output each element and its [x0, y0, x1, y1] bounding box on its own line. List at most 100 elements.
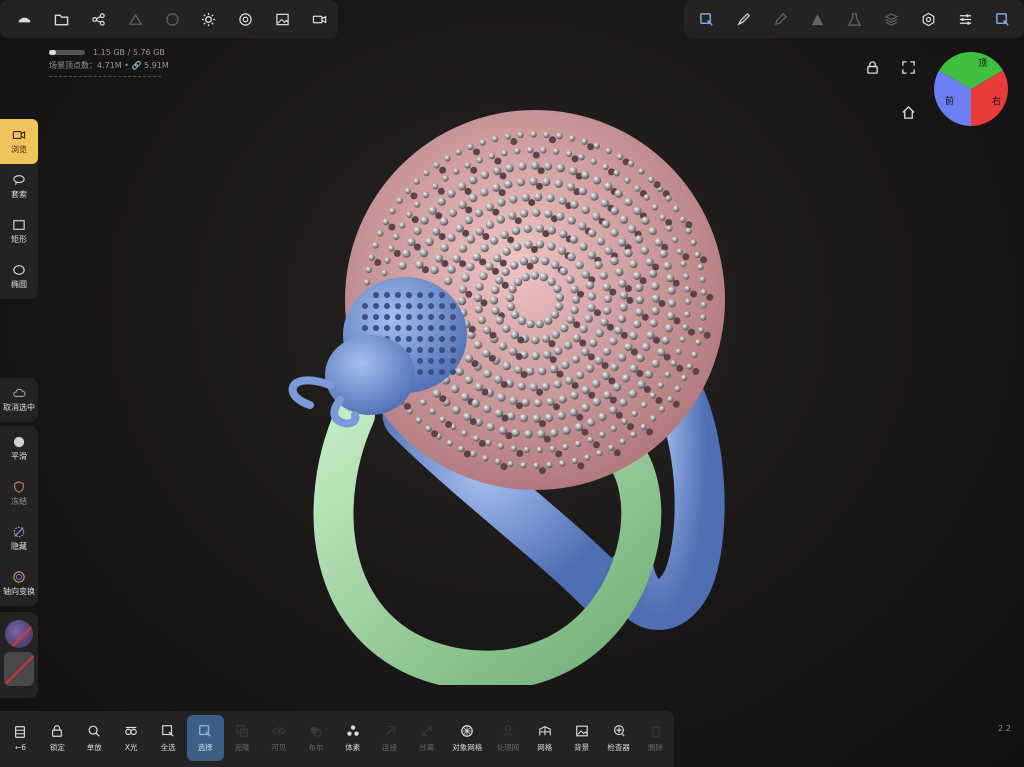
bottom-btn-select-all[interactable]: 全选	[150, 715, 187, 761]
bottom-btn-trash[interactable]: 删除	[637, 715, 674, 761]
dome-pin	[571, 295, 581, 304]
freeze-button[interactable]: 冻结	[0, 471, 38, 516]
dome-pin	[502, 324, 511, 333]
dome-pin	[619, 398, 628, 407]
bottom-btn-inspector[interactable]: 检查器	[600, 715, 637, 761]
dome-pin	[434, 254, 444, 263]
dome-pin	[389, 208, 396, 215]
axis-transform-button[interactable]: 轴向变换	[0, 561, 38, 606]
dome-pin	[495, 316, 504, 325]
gizmo-icon	[13, 570, 25, 583]
triangle-icon[interactable]	[799, 0, 836, 38]
bottom-btn-search[interactable]: 单放	[76, 715, 113, 761]
light-icon[interactable]	[190, 0, 227, 38]
home-icon[interactable]	[899, 103, 917, 121]
mesh-layers-icon[interactable]	[117, 0, 154, 38]
share-icon[interactable]	[80, 0, 117, 38]
bottom-btn-label: 单放	[86, 742, 102, 752]
bottom-btn-object-mesh[interactable]: 对象网格	[445, 715, 489, 761]
folder-icon[interactable]	[43, 0, 80, 38]
dome-pin	[671, 236, 679, 243]
image-icon[interactable]	[264, 0, 301, 38]
dome-pin	[695, 339, 702, 346]
bottom-btn-grid[interactable]: 网格	[526, 715, 563, 761]
dome-pin	[498, 342, 508, 351]
dome-hole	[543, 435, 551, 443]
select-box-icon[interactable]	[984, 0, 1021, 38]
dome-pin	[556, 212, 565, 221]
dome-hole	[481, 388, 489, 396]
dome-pin	[556, 132, 563, 140]
bottom-btn-eye[interactable]: 可见	[260, 715, 297, 761]
dome-hole	[435, 212, 443, 220]
dome-hole	[571, 382, 579, 389]
smooth-button[interactable]: 平滑	[0, 426, 38, 471]
layers-icon[interactable]	[873, 0, 910, 38]
fullscreen-icon[interactable]	[899, 58, 917, 76]
open-menu-icon[interactable]	[6, 0, 43, 38]
dome-pin	[447, 189, 456, 198]
dome-pin	[407, 237, 416, 247]
dome-hole	[441, 260, 449, 267]
deselect-button[interactable]: 取消选中	[0, 378, 38, 422]
bottom-btn-lock[interactable]: 锁定	[39, 715, 76, 761]
dome-pin	[566, 315, 575, 324]
bottom-btn-person[interactable]: 处理网	[489, 715, 526, 761]
dome-pin	[643, 194, 650, 201]
bottom-btn-split[interactable]: 分离	[408, 715, 445, 761]
bottom-btn-boolean[interactable]: 布尔	[297, 715, 334, 761]
settings-icon[interactable]	[910, 0, 947, 38]
dome-pin	[634, 185, 641, 192]
pen-icon[interactable]	[762, 0, 799, 38]
dome-hole	[393, 249, 401, 257]
dome-pin	[602, 163, 609, 171]
dome-pin	[594, 356, 604, 365]
ellipse-button[interactable]: 椭圆	[0, 254, 38, 299]
dome-pin	[476, 157, 483, 164]
dome-pin	[618, 279, 627, 288]
camera-icon[interactable]	[301, 0, 338, 38]
flask-icon[interactable]	[836, 0, 873, 38]
dome-pin	[635, 295, 645, 305]
hide-button[interactable]: 隐藏	[0, 516, 38, 561]
color-swatch[interactable]	[4, 652, 34, 686]
rectangle-button[interactable]: 矩形	[0, 209, 38, 254]
dome-pin	[667, 396, 674, 403]
dome-pin	[578, 154, 585, 161]
material-swatch[interactable]	[5, 620, 33, 648]
bottom-btn-history[interactable]: ←6	[2, 715, 39, 761]
dome-pin	[569, 166, 578, 176]
bottom-btn-clone[interactable]: 克隆	[224, 715, 261, 761]
dome-hole	[627, 423, 634, 431]
bottom-btn-connect[interactable]: 连接	[371, 715, 408, 761]
sphere-icon[interactable]	[154, 0, 191, 38]
dome-pin	[538, 367, 547, 376]
top-left-toolbar	[0, 0, 338, 38]
lasso-button[interactable]: 套索	[0, 164, 38, 209]
bottom-btn-image[interactable]: 背景	[563, 715, 600, 761]
browse-button[interactable]: 浏览	[0, 119, 38, 164]
bottom-btn-select[interactable]: 选择	[186, 715, 224, 761]
dome-pin	[505, 163, 514, 173]
lock-icon[interactable]	[863, 58, 881, 76]
sliders-icon[interactable]	[947, 0, 984, 38]
brush-icon[interactable]	[725, 0, 762, 38]
dome-pin	[415, 260, 424, 269]
orientation-gizmo[interactable]: 顶 前 右	[934, 52, 1008, 126]
dome-pin	[494, 458, 502, 465]
dome-pin	[581, 270, 590, 279]
dome-pin	[579, 324, 588, 334]
select-all-icon	[162, 724, 174, 737]
dome-hole	[577, 462, 585, 470]
dome-pin	[554, 179, 563, 188]
dome-pin	[473, 340, 483, 349]
bottom-btn-voxel[interactable]: 体素	[334, 715, 371, 761]
select-tool-icon[interactable]	[688, 0, 725, 38]
dome-hole	[652, 263, 660, 271]
dome-pin	[549, 364, 559, 374]
dome-pin	[680, 374, 688, 382]
dome-pin	[587, 251, 597, 260]
dome-pin	[592, 379, 601, 388]
bottom-btn-xray[interactable]: X光	[113, 715, 150, 761]
material-icon[interactable]	[227, 0, 264, 38]
